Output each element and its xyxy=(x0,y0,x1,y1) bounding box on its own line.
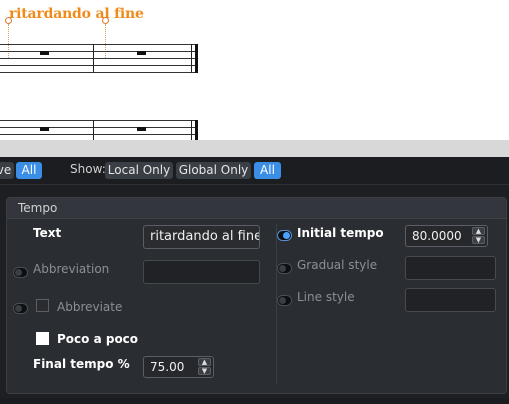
panel-bottom-edge xyxy=(0,398,509,404)
poco-a-poco-label: Poco a poco xyxy=(57,332,139,346)
gradual-style-label: Gradual style xyxy=(297,258,378,272)
whole-rest[interactable] xyxy=(137,127,146,131)
staff-upper[interactable] xyxy=(0,44,198,74)
final-tempo-value: 75.00 xyxy=(150,360,185,374)
text-field[interactable]: ritardando al fine xyxy=(143,225,260,249)
score-view[interactable]: ritardando al fine xyxy=(0,0,509,140)
filter-bar: ve All Show: Local Only Global Only All xyxy=(0,157,509,185)
abbreviate-checkbox[interactable] xyxy=(36,299,49,312)
whole-rest[interactable] xyxy=(40,51,49,55)
barline xyxy=(93,44,94,73)
gradual-style-field[interactable] xyxy=(405,256,496,280)
final-tempo-spinbox[interactable]: 75.00 ▲ ▼ xyxy=(143,356,214,378)
final-barline xyxy=(195,120,198,140)
tempo-group: Tempo Text ritardando al fine Abbreviati… xyxy=(6,197,507,394)
filter-all-button-left[interactable]: All xyxy=(16,162,42,179)
final-barline xyxy=(195,44,198,73)
tempo-group-title: Tempo xyxy=(18,201,58,215)
group-divider xyxy=(276,224,277,384)
barline xyxy=(191,120,192,140)
filter-partial-button[interactable]: ve xyxy=(0,162,14,179)
abbreviate-label: Abbreviate xyxy=(57,300,123,314)
abbreviation-label: Abbreviation xyxy=(33,262,110,276)
abbreviation-field[interactable] xyxy=(143,260,260,284)
abbreviation-override-toggle[interactable] xyxy=(13,267,28,278)
text-label: Text xyxy=(33,226,62,240)
staff-lower[interactable] xyxy=(0,120,198,140)
gradual-style-override-toggle[interactable] xyxy=(277,263,292,274)
poco-a-poco-checkbox[interactable] xyxy=(36,332,49,345)
filter-all-button-right[interactable]: All xyxy=(254,162,281,179)
barline xyxy=(191,44,192,73)
spin-up-icon[interactable]: ▲ xyxy=(472,227,485,235)
local-only-button[interactable]: Local Only xyxy=(105,162,173,179)
spin-down-icon[interactable]: ▼ xyxy=(472,236,485,244)
final-tempo-label: Final tempo % xyxy=(33,357,130,371)
tempo-start-anchor[interactable] xyxy=(5,17,12,24)
initial-tempo-value: 80.0000 xyxy=(412,229,462,243)
tempo-group-header[interactable]: Tempo xyxy=(7,198,506,219)
show-label: Show: xyxy=(70,162,106,176)
abbreviate-override-toggle[interactable] xyxy=(13,303,28,314)
spin-down-icon[interactable]: ▼ xyxy=(198,367,211,375)
tempo-end-anchor[interactable] xyxy=(102,17,109,24)
spin-up-icon[interactable]: ▲ xyxy=(198,358,211,366)
line-style-label: Line style xyxy=(297,290,355,304)
initial-tempo-override-toggle[interactable] xyxy=(277,230,292,241)
window-separator xyxy=(0,140,509,157)
initial-tempo-label: Initial tempo xyxy=(297,226,384,240)
global-only-button[interactable]: Global Only xyxy=(176,162,251,179)
initial-tempo-spinbox[interactable]: 80.0000 ▲ ▼ xyxy=(405,225,488,247)
whole-rest[interactable] xyxy=(137,51,146,55)
properties-panel: ve All Show: Local Only Global Only All … xyxy=(0,157,509,404)
line-style-field[interactable] xyxy=(405,288,496,312)
line-style-override-toggle[interactable] xyxy=(277,295,292,306)
whole-rest[interactable] xyxy=(40,127,49,131)
barline xyxy=(93,120,94,140)
tempo-text-marking[interactable]: ritardando al fine xyxy=(9,6,144,22)
